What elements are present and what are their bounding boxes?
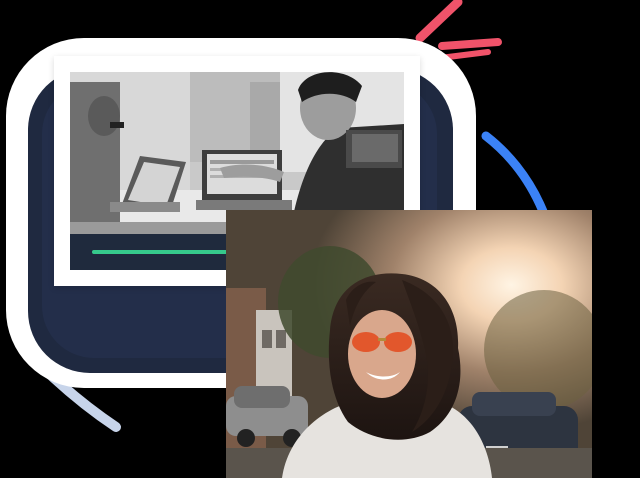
hero-illustration [0, 0, 640, 478]
video-progress-fill [92, 250, 237, 254]
smiling-woman-sunglasses-photo [226, 210, 592, 478]
